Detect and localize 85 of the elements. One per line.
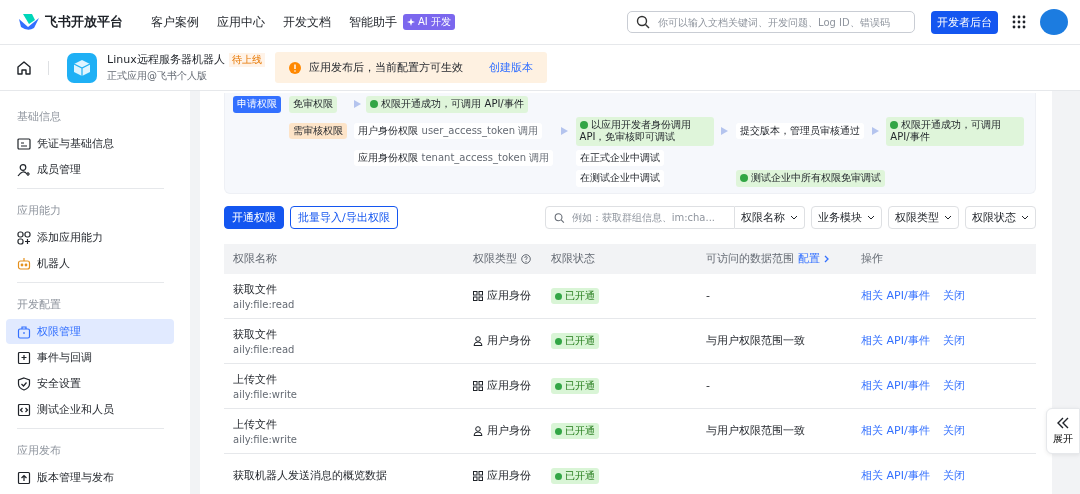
identity-type: 用户身份	[487, 423, 531, 438]
permission-name: 上传文件	[233, 416, 277, 432]
column-header: 权限状态	[551, 251, 595, 266]
flow-node: 以应用开发者身份调用 API，免审核即可调试	[575, 116, 714, 146]
nav-link[interactable]: 开发文档	[283, 13, 331, 31]
status-tag: 已开通	[551, 332, 599, 349]
action-link[interactable]: 相关 API/事件	[861, 378, 930, 393]
flow-node: 申请权限	[233, 96, 281, 113]
identity-type: 应用身份	[487, 468, 531, 483]
filter-dropdown[interactable]: 权限状态	[965, 206, 1036, 229]
filter-dropdown[interactable]: 业务模块	[811, 206, 882, 229]
flow-node: 应用身份权限 tenant_access_token 调用	[354, 149, 554, 166]
flow-node: 免审权限	[288, 96, 337, 113]
app-name: Linux远程服务器机器人	[107, 52, 225, 67]
status-tag: 已开通	[551, 422, 599, 439]
identity-type: 应用身份	[487, 288, 531, 303]
section-heading: 应用发布	[16, 443, 62, 459]
expand-button[interactable]: 展开	[1046, 408, 1080, 454]
column-header: 操作	[861, 251, 883, 266]
filter-dropdown[interactable]: 权限名称	[735, 206, 805, 229]
permission-search-field[interactable]: 例如：获取群组信息、im:cha...	[545, 206, 735, 229]
permission-name: 获取机器人发送消息的概览数据	[233, 468, 387, 483]
notice-text: 应用发布后，当前配置方可生效	[308, 60, 463, 75]
data-range: -	[706, 289, 710, 302]
toolbar-button[interactable]: 批量导入/导出权限	[290, 206, 398, 229]
section-heading: 基础信息	[16, 109, 62, 125]
console-button[interactable]: 开发者后台	[931, 10, 998, 34]
nav-link[interactable]: 智能助手	[349, 13, 397, 31]
toolbar-button[interactable]: 开通权限	[224, 206, 284, 229]
status-tag: 已开通	[551, 467, 599, 484]
permission-name: 获取文件	[233, 281, 277, 297]
flow-node: 提交版本，管理员审核通过	[735, 122, 864, 140]
sidebar-item[interactable]: 测试企业和人员	[6, 397, 174, 422]
permission-name: 上传文件	[233, 371, 277, 387]
identity-type: 应用身份	[487, 378, 531, 393]
status-tag: 已开通	[551, 377, 599, 394]
sidebar-item[interactable]: 机器人	[6, 251, 174, 276]
status-tag: 已开通	[551, 287, 599, 304]
sidebar-item[interactable]: 成员管理	[6, 157, 174, 182]
column-header: 可访问的数据范围	[706, 251, 794, 266]
section-heading: 应用能力	[16, 203, 62, 219]
action-link[interactable]: 关闭	[942, 468, 965, 483]
permission-name: 获取文件	[233, 326, 277, 342]
nav-link[interactable]: 客户案例	[151, 13, 199, 31]
flow-node: 用户身份权限 user_access_token 调用	[354, 122, 543, 140]
permission-scope: aily:file:read	[233, 298, 295, 310]
identity-type: 用户身份	[487, 333, 531, 348]
flow-node: 在测试企业中调试	[575, 170, 664, 187]
section-heading: 开发配置	[16, 297, 62, 313]
action-link[interactable]: 关闭	[942, 288, 965, 303]
filter-dropdown[interactable]: 权限类型	[888, 206, 959, 229]
app-subtitle: 正式应用@飞书个人版	[107, 69, 208, 83]
sidebar-item[interactable]: 事件与回调	[6, 345, 174, 370]
create-version-link[interactable]: 创建版本	[488, 60, 533, 75]
action-link[interactable]: 相关 API/事件	[861, 333, 930, 348]
sidebar-item[interactable]: 添加应用能力	[6, 225, 174, 250]
column-header: 权限类型	[473, 251, 517, 266]
status-tag: 待上线	[228, 52, 265, 67]
flow-node: 测试企业中所有权限免审调试	[735, 170, 885, 187]
flow-node: 权限开通成功，可调用 API/事件	[886, 116, 1025, 146]
brand-name[interactable]: 飞书开放平台	[45, 13, 123, 31]
data-range: 与用户权限范围一致	[706, 423, 805, 438]
data-range: -	[706, 379, 710, 392]
action-link[interactable]: 关闭	[942, 423, 965, 438]
action-link[interactable]: 关闭	[942, 333, 965, 348]
nav-link[interactable]: 应用中心	[217, 13, 265, 31]
sidebar-item[interactable]: 权限管理	[6, 319, 174, 344]
ai-badge: AI 开发	[403, 14, 455, 30]
data-range: 与用户权限范围一致	[706, 333, 805, 348]
action-link[interactable]: 关闭	[942, 378, 965, 393]
action-link[interactable]: 相关 API/事件	[861, 468, 930, 483]
flow-node: 在正式企业中调试	[575, 149, 664, 166]
column-header: 权限名称	[233, 251, 277, 266]
flow-node: 需审核权限	[288, 122, 347, 140]
search-field[interactable]: 你可以输入文档关键词、开发问题、Log ID、错误码	[627, 11, 915, 33]
sidebar-item[interactable]: 凭证与基础信息	[6, 131, 174, 156]
action-link[interactable]: 相关 API/事件	[861, 288, 930, 303]
configure-link[interactable]: 配置	[798, 251, 820, 266]
permission-scope: aily:file:read	[233, 343, 295, 355]
sidebar-item[interactable]: 安全设置	[6, 371, 174, 396]
flow-node: 权限开通成功，可调用 API/事件	[366, 96, 528, 113]
permission-scope: aily:file:write	[233, 433, 297, 445]
sidebar-item[interactable]: 版本管理与发布	[6, 465, 174, 490]
permission-scope: aily:file:write	[233, 388, 297, 400]
action-link[interactable]: 相关 API/事件	[861, 423, 930, 438]
